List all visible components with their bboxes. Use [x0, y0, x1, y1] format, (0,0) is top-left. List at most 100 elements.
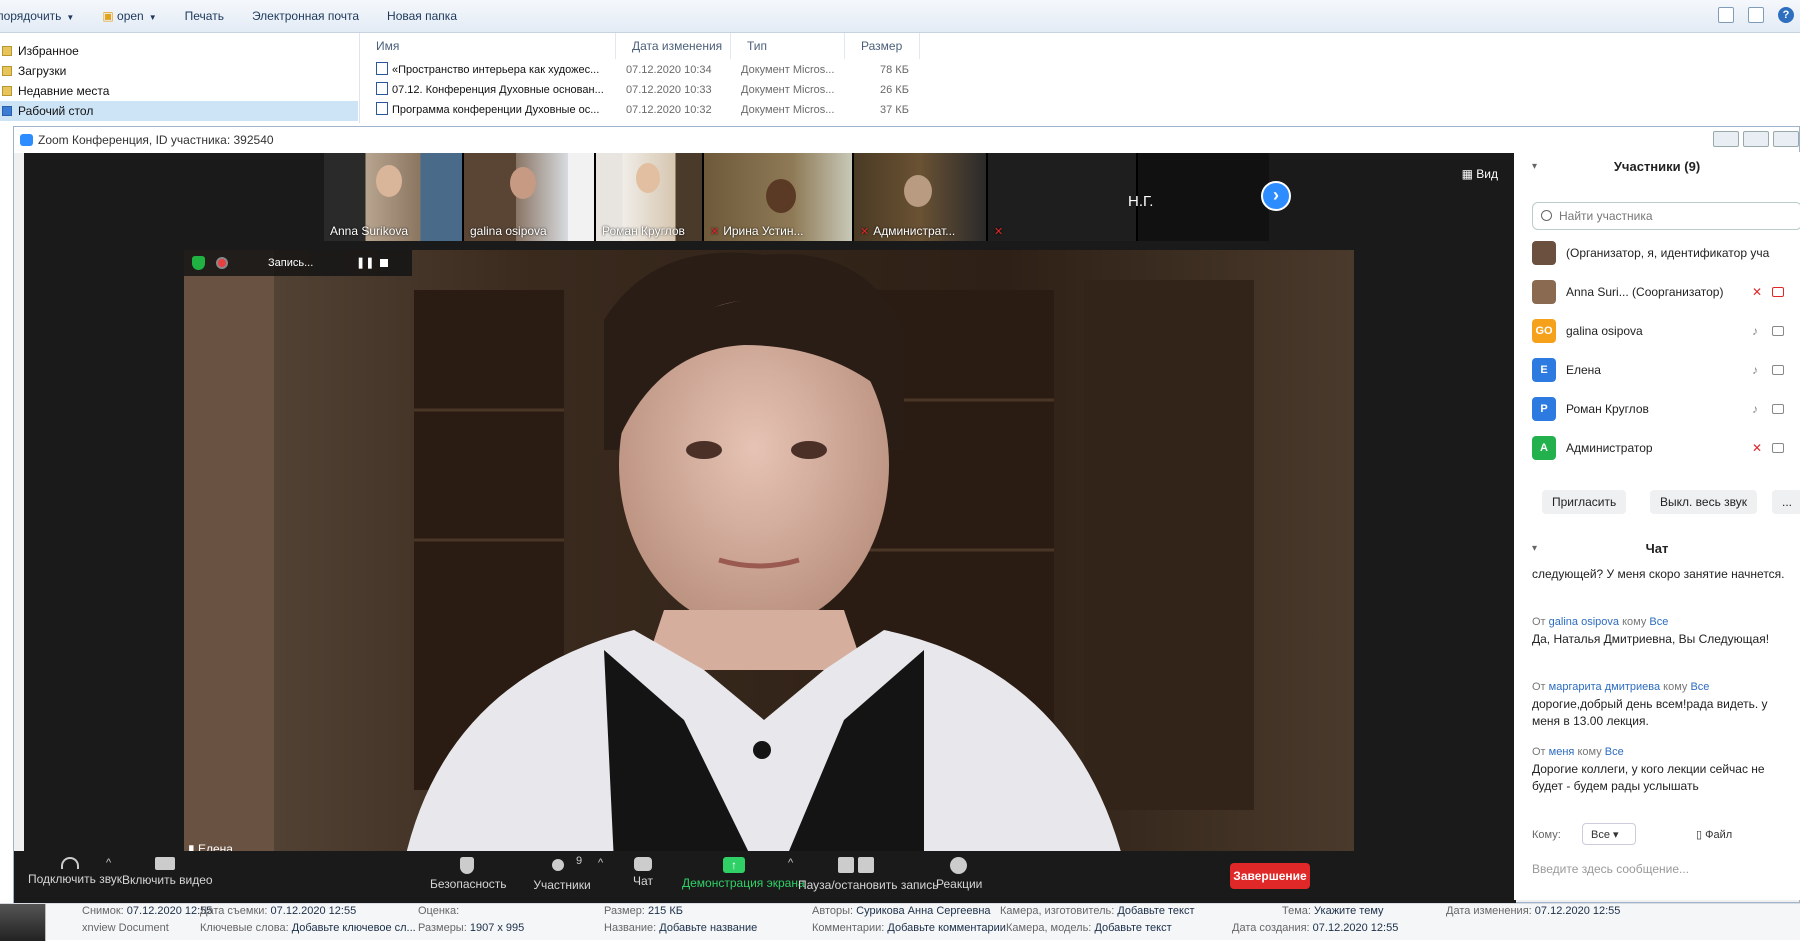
file-row[interactable]: 07.12. Конференция Духовные основан... 0… — [360, 80, 920, 100]
next-page-button[interactable]: › — [1261, 181, 1291, 211]
avatar — [1532, 280, 1556, 304]
thumbnail-name: ✕ Ирина Устин... — [710, 224, 804, 238]
nav-item-favorites[interactable]: Избранное — [0, 41, 358, 61]
word-document-icon — [376, 82, 388, 95]
status-field: Размер: 215 КБ — [604, 905, 683, 917]
status-field: Камера, изготовитель: Добавьте текст — [1000, 905, 1195, 917]
camera-off-icon — [1772, 287, 1784, 297]
status-field: Дата съемки: 07.12.2020 12:55 — [200, 905, 357, 917]
recipient-select[interactable]: Все ▾ — [1582, 823, 1636, 845]
recent-places-icon — [2, 86, 12, 96]
new-folder-button[interactable]: Новая папка — [387, 9, 457, 23]
video-thumbnail[interactable]: Anna Surikova — [324, 153, 464, 241]
avatar: E — [1532, 358, 1556, 382]
pause-recording-button[interactable]: ❚❚ — [356, 250, 374, 276]
participants-options-chevron[interactable]: ^ — [598, 857, 603, 869]
print-button[interactable]: Печать — [185, 9, 224, 23]
explorer-window: Упорядочить▼ ▣ open▼ Печать Электронная … — [0, 0, 1800, 123]
participant-row[interactable]: E Елена ♪ — [1532, 357, 1800, 383]
thumbnail-name: Anna Surikova — [330, 224, 409, 238]
participants-panel-header[interactable]: ▾ Участники (9) — [1514, 152, 1800, 182]
video-thumbnail[interactable]: ✕ — [988, 153, 1138, 241]
organize-button[interactable]: Упорядочить▼ — [0, 9, 74, 23]
shield-icon — [460, 857, 474, 874]
chat-message: От galina osipova кому Все Да, Наталья Д… — [1532, 616, 1770, 646]
zoom-title-bar: Zoom Конференция, ID участника: 392540 — [14, 127, 1799, 153]
participant-row[interactable]: А Администратор ✕ — [1532, 435, 1800, 461]
view-button[interactable]: ▦ Вид — [1462, 167, 1498, 181]
reactions-button[interactable]: Реакции — [936, 851, 982, 903]
invite-button[interactable]: Пригласить — [1542, 490, 1627, 514]
grid-icon: ▦ — [1461, 167, 1477, 181]
nav-item-recent[interactable]: Недавние места — [0, 81, 358, 101]
chat-bubble-icon — [634, 857, 652, 871]
start-video-button[interactable]: Включить видео — [122, 851, 213, 903]
mic-icon: ♪ — [1752, 363, 1758, 377]
chat-button[interactable]: Чат — [626, 851, 660, 903]
video-thumbnail[interactable]: ✕ Администрат... — [854, 153, 988, 241]
side-panel: ▾ Участники (9) Найти участника (Организ… — [1514, 152, 1800, 900]
participant-row[interactable]: (Организатор, я, идентификатор уча — [1532, 240, 1800, 266]
column-size[interactable]: Размер — [845, 33, 920, 59]
emoji-icon — [949, 857, 967, 874]
preview-pane-icon[interactable] — [1748, 7, 1764, 23]
file-thumbnail — [0, 904, 46, 941]
participant-row[interactable]: Р Роман Круглов ♪ — [1532, 396, 1800, 422]
more-options-button[interactable]: ... — [1772, 490, 1800, 514]
video-thumbnail[interactable]: ✕ Ирина Устин... — [704, 153, 854, 241]
collapse-chevron-icon[interactable]: ▾ — [1532, 534, 1537, 564]
status-field: Дата изменения: 07.12.2020 12:55 — [1446, 905, 1621, 917]
view-options-icon[interactable] — [1718, 7, 1734, 23]
file-row[interactable]: Программа конференции Духовные ос... 07.… — [360, 100, 920, 120]
audio-options-chevron[interactable]: ^ — [106, 857, 111, 869]
pause-stop-icon — [838, 857, 876, 875]
maximize-button[interactable] — [1743, 131, 1769, 147]
video-thumbnail[interactable]: galina osipova — [464, 153, 596, 241]
column-date[interactable]: Дата изменения — [616, 33, 731, 59]
end-meeting-button[interactable]: Завершение — [1230, 863, 1310, 889]
star-icon — [2, 46, 12, 56]
help-icon[interactable]: ? — [1778, 7, 1794, 23]
avatar: Р — [1532, 397, 1556, 421]
recording-bar: Запись... ❚❚ — [184, 250, 412, 276]
participant-search-input[interactable]: Найти участника — [1532, 202, 1800, 230]
avatar: GO — [1532, 319, 1556, 343]
nav-item-desktop[interactable]: Рабочий стол — [0, 101, 358, 121]
minimize-button[interactable] — [1713, 131, 1739, 147]
zoom-logo-icon — [20, 134, 33, 146]
file-icon: ▯ — [1696, 829, 1706, 841]
open-button[interactable]: ▣ open ▼ — [102, 9, 156, 23]
mute-all-button[interactable]: Выкл. весь звук — [1650, 490, 1758, 514]
chat-panel-header[interactable]: ▾ Чат — [1514, 534, 1800, 564]
file-row[interactable]: «Пространство интерьера как художес... 0… — [360, 60, 920, 80]
details-status-bar: Снимок: 07.12.2020 12:55 Дата съемки: 07… — [0, 903, 1800, 941]
security-button[interactable]: Безопасность — [430, 851, 507, 903]
join-audio-button[interactable]: Подключить звук — [28, 851, 122, 903]
chat-message-input[interactable]: Введите здесь сообщение... — [1532, 862, 1792, 876]
search-icon — [1541, 210, 1552, 221]
column-type[interactable]: Тип — [731, 33, 845, 59]
camera-icon — [1772, 365, 1784, 375]
file-button[interactable]: ▯ Файл — [1696, 824, 1732, 846]
share-screen-button[interactable]: ↑ Демонстрация экрана — [682, 851, 805, 903]
email-button[interactable]: Электронная почта — [252, 9, 359, 23]
participant-row[interactable]: GO galina osipova ♪ — [1532, 318, 1800, 344]
pause-stop-recording-button[interactable]: Пауза/остановить запись — [798, 851, 938, 903]
stop-recording-button[interactable] — [380, 259, 388, 267]
chat-message: От маргарита дмитриева кому Все дорогие,… — [1532, 681, 1768, 728]
video-thumbnail[interactable]: Роман Круглов — [596, 153, 704, 241]
camera-icon — [1772, 443, 1784, 453]
column-name[interactable]: Имя — [360, 33, 616, 59]
avatar: А — [1532, 436, 1556, 460]
participant-row[interactable]: Anna Suri... (Соорганизатор) ✕ — [1532, 279, 1800, 305]
collapse-chevron-icon[interactable]: ▾ — [1532, 152, 1537, 182]
close-button[interactable] — [1773, 131, 1799, 147]
mic-icon: ♪ — [1752, 324, 1758, 338]
status-field: Оценка: — [418, 905, 460, 917]
downloads-icon — [2, 66, 12, 76]
participants-button[interactable]: 9 Участники — [530, 851, 594, 903]
video-off-icon — [155, 857, 175, 870]
nav-item-downloads[interactable]: Загрузки — [0, 61, 358, 81]
share-options-chevron[interactable]: ^ — [788, 857, 793, 869]
participants-icon: 9 — [552, 855, 582, 875]
